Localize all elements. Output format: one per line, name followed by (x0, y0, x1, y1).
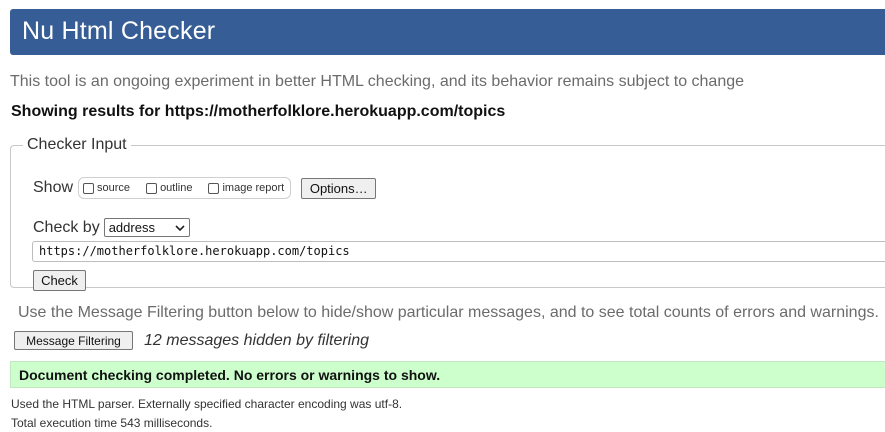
page-title: Nu Html Checker (22, 17, 216, 45)
option-source[interactable]: source (83, 182, 130, 194)
header-bar: Nu Html Checker (10, 9, 885, 55)
checker-input-legend: Checker Input (27, 136, 127, 153)
message-filtering-row: Message Filtering 12 messages hidden by … (14, 331, 369, 350)
image-report-checkbox[interactable] (208, 182, 220, 194)
chevron-down-icon (175, 224, 185, 231)
source-checkbox[interactable] (83, 182, 95, 194)
check-button[interactable]: Check (33, 270, 86, 291)
show-options-group: source outline image report (78, 177, 292, 199)
showing-results-heading: Showing results for https://motherfolklo… (11, 103, 506, 120)
show-options-row: Show source outline image report Options… (33, 177, 377, 199)
checker-input-fieldset: Checker Input Show source outline image … (10, 136, 885, 291)
show-label: Show (33, 179, 74, 196)
intro-text: This tool is an ongoing experiment in be… (10, 73, 745, 90)
option-outline[interactable]: outline (146, 182, 192, 194)
option-source-label: source (97, 182, 131, 194)
options-button[interactable]: Options… (301, 177, 377, 199)
message-filtering-button[interactable]: Message Filtering (14, 331, 133, 350)
option-image-report[interactable]: image report (208, 182, 284, 194)
hidden-messages-count: 12 messages hidden by filtering (144, 331, 370, 349)
message-filtering-note: Use the Message Filtering button below t… (18, 304, 879, 321)
check-by-label: Check by (33, 218, 100, 236)
option-image-report-label: image report (222, 182, 285, 194)
option-outline-label: outline (160, 182, 193, 194)
check-by-select[interactable]: address (103, 218, 190, 237)
execution-time: Total execution time 543 milliseconds. (11, 416, 213, 430)
outline-checkbox[interactable] (146, 182, 158, 194)
success-message: Document checking completed. No errors o… (19, 367, 441, 383)
check-by-selected-value: address (108, 220, 155, 235)
parser-info: Used the HTML parser. Externally specifi… (11, 397, 403, 411)
check-by-row: Check by address (33, 218, 190, 237)
success-message-box: Document checking completed. No errors o… (10, 361, 885, 388)
url-input[interactable]: https://motherfolklore.herokuapp.com/top… (32, 241, 885, 262)
